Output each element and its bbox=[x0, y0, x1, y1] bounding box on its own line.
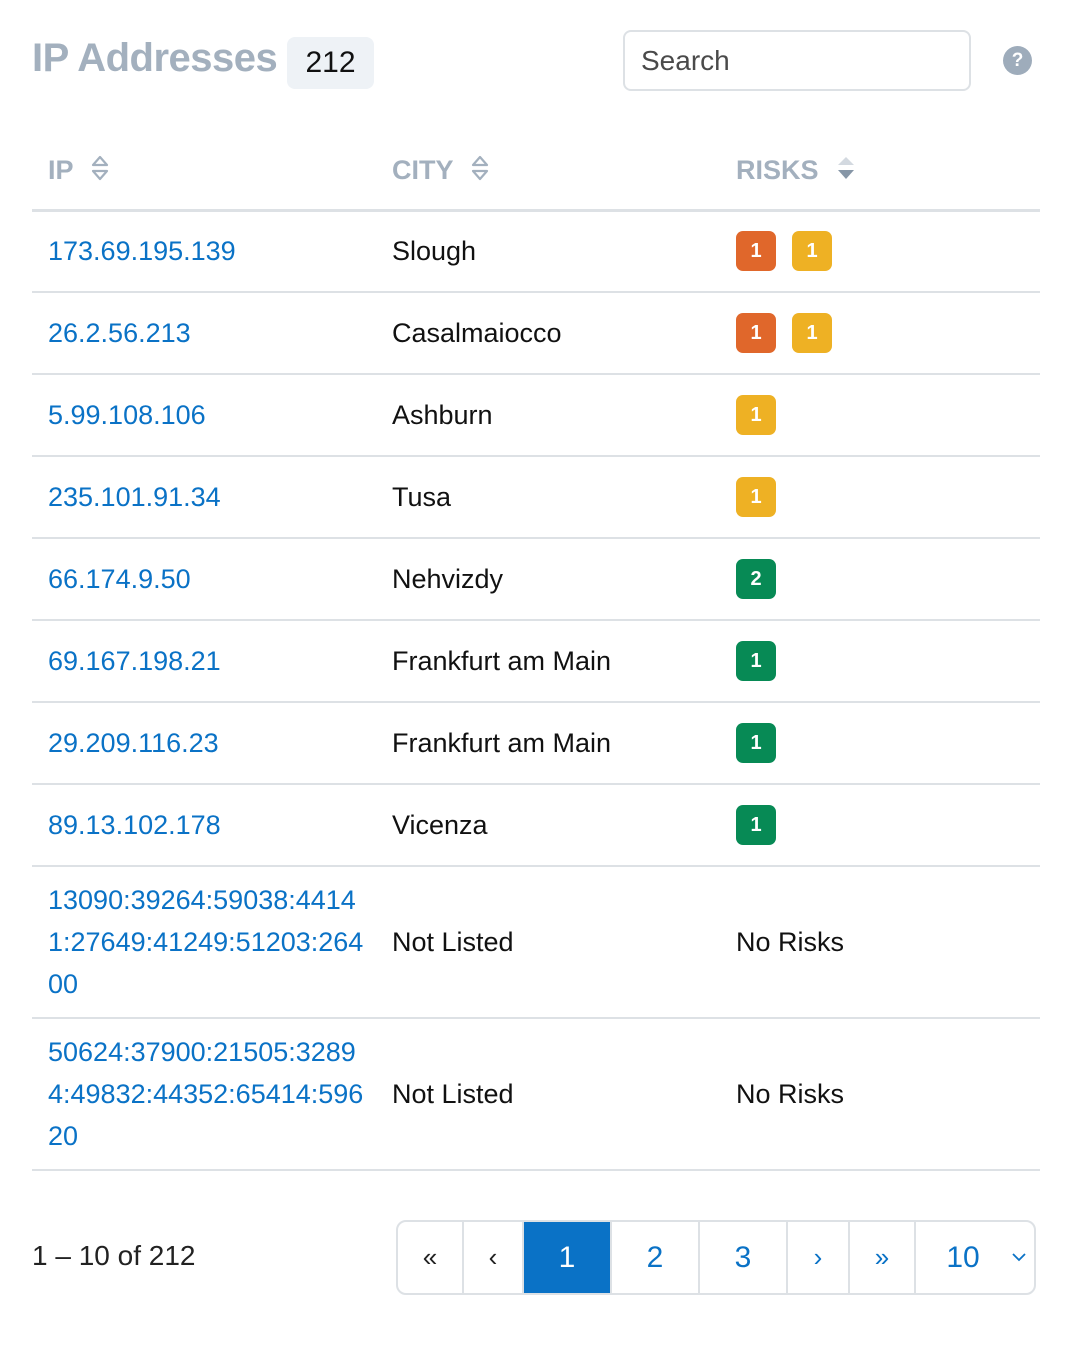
city-cell: Vicenza bbox=[376, 784, 720, 867]
city-cell: Frankfurt am Main bbox=[376, 620, 720, 703]
ip-link[interactable]: 50624:37900:21505:32894:49832:44352:6541… bbox=[48, 1019, 376, 1169]
city-cell: Not Listed bbox=[376, 866, 720, 1019]
page-button-1[interactable]: 1 bbox=[524, 1222, 612, 1293]
ip-link[interactable]: 89.13.102.178 bbox=[48, 792, 376, 858]
ip-cell: 69.167.198.21 bbox=[32, 620, 376, 703]
table-row: 69.167.198.21 Frankfurt am Main 1 bbox=[32, 620, 1040, 703]
risks-cell: 1 bbox=[720, 620, 1040, 703]
count-badge: 212 bbox=[287, 37, 374, 89]
column-header-risks[interactable]: RISKS bbox=[720, 134, 1040, 212]
risks-cell: No Risks bbox=[720, 866, 1040, 1019]
risks-cell: 1 bbox=[720, 702, 1040, 785]
risks-cell: 2 bbox=[720, 538, 1040, 621]
ip-link[interactable]: 69.167.198.21 bbox=[48, 628, 376, 694]
pagination-footer: 1 – 10 of 212 « ‹ 1 2 3 › » 10 bbox=[32, 1220, 1038, 1295]
ip-cell: 235.101.91.34 bbox=[32, 456, 376, 539]
city-cell: Ashburn bbox=[376, 374, 720, 457]
risks-cell: 11 bbox=[720, 292, 1040, 375]
no-risks-label: No Risks bbox=[736, 1078, 845, 1109]
ip-link[interactable]: 66.174.9.50 bbox=[48, 546, 376, 612]
city-cell: Not Listed bbox=[376, 1018, 720, 1171]
column-label: RISKS bbox=[736, 154, 819, 185]
next-page-button[interactable]: › bbox=[788, 1222, 850, 1293]
ip-cell: 89.13.102.178 bbox=[32, 784, 376, 867]
ip-cell: 5.99.108.106 bbox=[32, 374, 376, 457]
ip-link[interactable]: 13090:39264:59038:44141:27649:41249:5120… bbox=[48, 867, 376, 1017]
last-page-button[interactable]: » bbox=[850, 1222, 916, 1293]
risk-badge-low[interactable]: 1 bbox=[736, 641, 776, 681]
table-row: 235.101.91.34 Tusa 1 bbox=[32, 456, 1040, 539]
ip-cell: 66.174.9.50 bbox=[32, 538, 376, 621]
risk-badge-med[interactable]: 1 bbox=[736, 477, 776, 517]
risk-badge-med[interactable]: 1 bbox=[736, 395, 776, 435]
first-page-button[interactable]: « bbox=[398, 1222, 464, 1293]
table-header-row: IP CITY RISKS bbox=[32, 134, 1040, 212]
table-row: 50624:37900:21505:32894:49832:44352:6541… bbox=[32, 1018, 1040, 1171]
ip-table: IP CITY RISKS 173.69.195.139 Slough 1 1 26.2… bbox=[32, 134, 1040, 1171]
ip-link[interactable]: 173.69.195.139 bbox=[48, 218, 376, 284]
column-label: IP bbox=[48, 154, 74, 185]
table-row: 13090:39264:59038:44141:27649:41249:5120… bbox=[32, 866, 1040, 1019]
city-cell: Frankfurt am Main bbox=[376, 702, 720, 785]
table-row: 5.99.108.106 Ashburn 1 bbox=[32, 374, 1040, 457]
range-label: 1 – 10 of 212 bbox=[32, 1240, 196, 1271]
pager: « ‹ 1 2 3 › » 10 bbox=[396, 1220, 1036, 1295]
sort-icon[interactable] bbox=[91, 155, 109, 188]
ip-cell: 13090:39264:59038:44141:27649:41249:5120… bbox=[32, 866, 376, 1019]
ip-cell: 26.2.56.213 bbox=[32, 292, 376, 375]
risks-cell: 1 bbox=[720, 456, 1040, 539]
table-row: 26.2.56.213 Casalmaiocco 1 1 bbox=[32, 292, 1040, 375]
table-row: 173.69.195.139 Slough 1 1 bbox=[32, 210, 1040, 293]
no-risks-label: No Risks bbox=[736, 926, 845, 957]
ip-link[interactable]: 5.99.108.106 bbox=[48, 382, 376, 448]
table-row: 66.174.9.50 Nehvizdy 2 bbox=[32, 538, 1040, 621]
ip-link[interactable]: 26.2.56.213 bbox=[48, 300, 376, 366]
per-page-value: 10 bbox=[946, 1240, 980, 1274]
ip-link[interactable]: 29.209.116.23 bbox=[48, 710, 376, 776]
sort-desc-icon[interactable] bbox=[836, 155, 856, 188]
city-cell: Casalmaiocco bbox=[376, 292, 720, 375]
risk-badge-high[interactable]: 1 bbox=[736, 231, 776, 272]
risk-badge-high[interactable]: 1 bbox=[736, 313, 776, 353]
table-row: 89.13.102.178 Vicenza 1 bbox=[32, 784, 1040, 867]
risk-badge-med[interactable]: 1 bbox=[792, 313, 832, 353]
per-page-select[interactable]: 10 bbox=[916, 1222, 1034, 1293]
risk-badge-low[interactable]: 1 bbox=[736, 805, 776, 845]
page-button-3[interactable]: 3 bbox=[700, 1222, 788, 1293]
risks-cell: 11 bbox=[720, 210, 1040, 293]
column-header-ip[interactable]: IP bbox=[32, 134, 376, 212]
city-cell: Nehvizdy bbox=[376, 538, 720, 621]
table-row: 29.209.116.23 Frankfurt am Main 1 bbox=[32, 702, 1040, 785]
chevron-down-icon bbox=[1012, 1246, 1026, 1267]
city-cell: Slough bbox=[376, 210, 720, 293]
page-title: IP Addresses bbox=[32, 36, 278, 80]
risks-cell: No Risks bbox=[720, 1018, 1040, 1171]
column-label: CITY bbox=[392, 154, 454, 185]
ip-cell: 173.69.195.139 bbox=[32, 210, 376, 293]
risk-badge-low[interactable]: 2 bbox=[736, 559, 776, 599]
help-icon[interactable]: ? bbox=[1003, 46, 1032, 75]
ip-link[interactable]: 235.101.91.34 bbox=[48, 464, 376, 530]
page-button-2[interactable]: 2 bbox=[612, 1222, 700, 1293]
risks-cell: 1 bbox=[720, 784, 1040, 867]
risk-badge-low[interactable]: 1 bbox=[736, 723, 776, 763]
sort-icon[interactable] bbox=[471, 155, 489, 188]
prev-page-button[interactable]: ‹ bbox=[464, 1222, 524, 1293]
ip-cell: 50624:37900:21505:32894:49832:44352:6541… bbox=[32, 1018, 376, 1171]
column-header-city[interactable]: CITY bbox=[376, 134, 720, 212]
city-cell: Tusa bbox=[376, 456, 720, 539]
search-input[interactable] bbox=[623, 30, 971, 91]
header: IP Addresses 212 ? bbox=[32, 30, 1040, 92]
risk-badge-med[interactable]: 1 bbox=[792, 231, 832, 272]
ip-cell: 29.209.116.23 bbox=[32, 702, 376, 785]
risks-cell: 1 bbox=[720, 374, 1040, 457]
